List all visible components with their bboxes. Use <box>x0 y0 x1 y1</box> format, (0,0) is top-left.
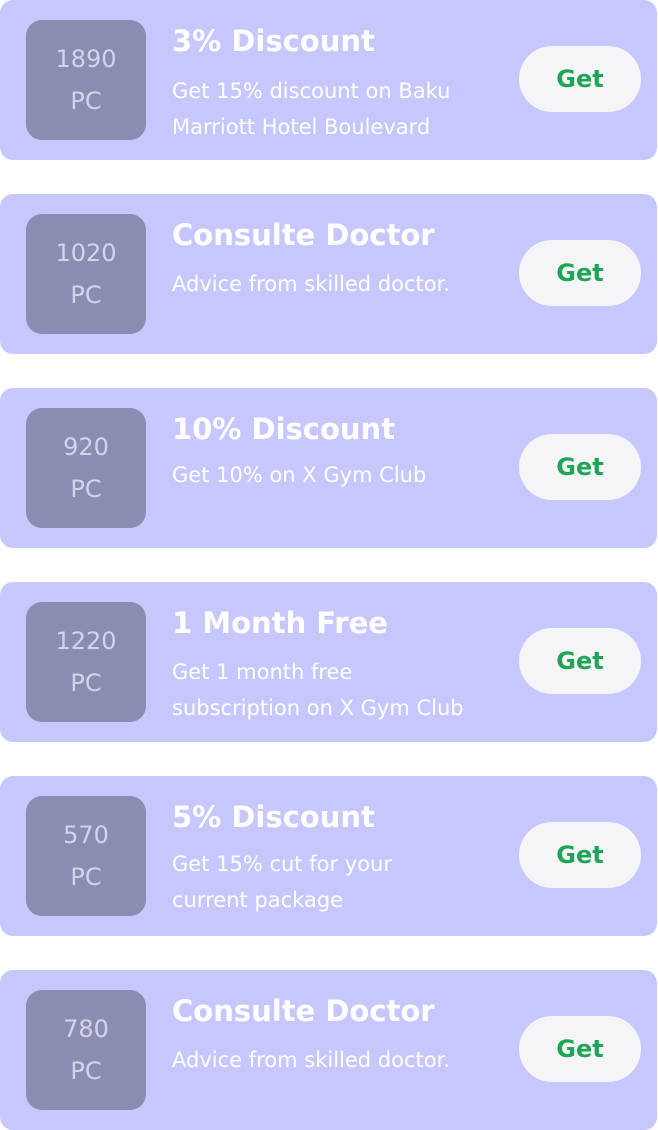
offer-title: Consulte Doctor <box>172 994 435 1028</box>
get-button[interactable]: Get <box>519 434 641 500</box>
offer-description-line: Advice from skilled doctor. <box>172 272 450 296</box>
offer-title: 3% Discount <box>172 24 375 58</box>
points-unit: PC <box>70 863 102 891</box>
offer-description-line: Marriott Hotel Boulevard <box>172 115 431 139</box>
get-button[interactable]: Get <box>519 46 641 112</box>
get-button[interactable]: Get <box>519 628 641 694</box>
get-button[interactable]: Get <box>519 1016 641 1082</box>
points-value: 780 <box>63 1015 109 1043</box>
offer-description: Advice from skilled doctor. <box>172 1042 512 1078</box>
points-unit: PC <box>70 1057 102 1085</box>
get-button[interactable]: Get <box>519 822 641 888</box>
points-badge: 570 PC <box>26 796 146 916</box>
points-unit: PC <box>70 669 102 697</box>
get-button[interactable]: Get <box>519 240 641 306</box>
offer-card: 1020 PC Consulte Doctor Advice from skil… <box>0 194 657 354</box>
offer-title: 5% Discount <box>172 800 375 834</box>
offer-title: 10% Discount <box>172 412 396 446</box>
points-badge: 920 PC <box>26 408 146 528</box>
offer-description-line: current package <box>172 888 344 912</box>
points-value: 920 <box>63 433 109 461</box>
points-value: 1220 <box>55 627 117 655</box>
offer-description-line: subscription on X Gym Club <box>172 696 464 720</box>
offer-description-line: Get 15% discount on Baku <box>172 79 451 103</box>
points-unit: PC <box>70 87 102 115</box>
points-badge: 1220 PC <box>26 602 146 722</box>
points-badge: 780 PC <box>26 990 146 1110</box>
offer-card: 1890 PC 3% Discount Get 15% discount on … <box>0 0 657 160</box>
offer-card: 780 PC Consulte Doctor Advice from skill… <box>0 970 657 1130</box>
offer-title: 1 Month Free <box>172 606 388 640</box>
offer-description-line: Get 15% cut for your <box>172 852 392 876</box>
offer-description: Advice from skilled doctor. <box>172 266 512 302</box>
points-unit: PC <box>70 281 102 309</box>
points-badge: 1020 PC <box>26 214 146 334</box>
offer-title: Consulte Doctor <box>172 218 435 252</box>
offer-description-line: Advice from skilled doctor. <box>172 1048 450 1072</box>
offer-description: Get 10% on X Gym Club <box>172 457 512 493</box>
points-badge: 1890 PC <box>26 20 146 140</box>
points-unit: PC <box>70 475 102 503</box>
offer-card: 570 PC 5% Discount Get 15% cut for your … <box>0 776 657 936</box>
points-value: 570 <box>63 821 109 849</box>
offer-card: 1220 PC 1 Month Free Get 1 month free su… <box>0 582 657 742</box>
points-value: 1890 <box>55 45 117 73</box>
offer-description: Get 15% discount on Baku Marriott Hotel … <box>172 73 512 145</box>
offer-description-line: Get 10% on X Gym Club <box>172 463 427 487</box>
offer-description: Get 1 month free subscription on X Gym C… <box>172 654 512 726</box>
offer-description-line: Get 1 month free <box>172 660 353 684</box>
offer-description: Get 15% cut for your current package <box>172 846 512 918</box>
offer-card: 920 PC 10% Discount Get 10% on X Gym Clu… <box>0 388 657 548</box>
points-value: 1020 <box>55 239 117 267</box>
